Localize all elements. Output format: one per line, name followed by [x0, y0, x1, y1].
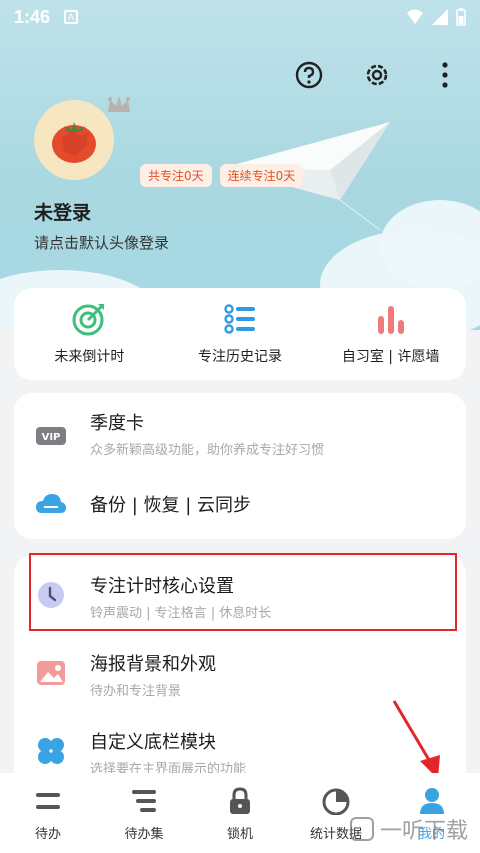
crown-icon — [108, 96, 130, 112]
vip-icon: VIP — [36, 421, 66, 451]
total-focus-badge: 共专注0天 — [140, 164, 212, 187]
quick-action-label: 专注历史记录 — [198, 349, 282, 365]
help-icon[interactable] — [294, 60, 324, 90]
quick-action-label: 自习室 | 许愿墙 — [341, 349, 440, 365]
more-options-icon[interactable] — [430, 60, 460, 90]
menu-item-subtitle: 众多新颖高级功能，助你养成专注好习惯 — [90, 443, 325, 458]
signal-icon — [432, 9, 448, 25]
quick-action-history[interactable]: 专注历史记录 — [165, 288, 316, 380]
quick-actions-card: 未来倒计时 专注历史记录 自习室 | 许愿墙 — [14, 288, 466, 380]
tab-lock[interactable]: 锁机 — [192, 773, 288, 853]
user-icon — [420, 788, 444, 814]
header-actions — [294, 60, 460, 90]
avatar[interactable] — [34, 96, 130, 180]
menu-item-title: 备份 | 恢复 | 云同步 — [90, 495, 252, 516]
menu-item-title: 海报背景和外观 — [90, 654, 216, 675]
status-bar: 1:46 A — [0, 0, 480, 34]
notification-icon: A — [64, 10, 79, 24]
tab-label: 锁机 — [226, 827, 253, 842]
quick-action-label: 未来倒计时 — [54, 349, 125, 365]
watermark-logo-icon — [349, 817, 374, 841]
todo-icon — [36, 793, 60, 809]
menu-item-title: 季度卡 — [90, 413, 144, 434]
tab-todo-set[interactable]: 待办集 — [96, 773, 192, 853]
wifi-icon — [407, 9, 423, 24]
watermark: 一听下载 — [349, 813, 468, 845]
premium-card: VIP 季度卡 众多新颖高级功能，助你养成专注好习惯 备份 | 恢复 | 云同步 — [14, 393, 466, 539]
stats-badges: 共专注0天 连续专注0天 — [140, 164, 304, 187]
login-title[interactable]: 未登录 — [34, 198, 91, 225]
image-icon — [36, 658, 66, 688]
svg-text:VIP: VIP — [42, 432, 61, 443]
lock-icon — [230, 787, 250, 814]
clover-icon — [36, 736, 66, 766]
streak-badge: 连续专注0天 — [219, 164, 304, 187]
quick-action-study-room[interactable]: 自习室 | 许愿墙 — [315, 288, 466, 380]
todo-set-icon — [132, 790, 156, 812]
menu-item-title: 自定义底栏模块 — [90, 732, 216, 753]
status-time: 1:46 — [14, 6, 51, 27]
pie-chart-icon — [322, 788, 350, 815]
gear-icon[interactable] — [362, 60, 392, 90]
history-list-icon — [224, 304, 255, 334]
cloud-icon — [36, 489, 66, 519]
bars-icon — [377, 306, 404, 334]
battery-icon — [456, 8, 466, 26]
tab-label: 待办集 — [124, 827, 164, 842]
login-hint: 请点击默认头像登录 — [34, 234, 170, 252]
tomato-icon — [52, 122, 96, 163]
highlight-annotation — [29, 553, 457, 631]
menu-item-season-card[interactable]: VIP 季度卡 众多新颖高级功能，助你养成专注好习惯 — [14, 393, 466, 479]
target-icon — [72, 304, 105, 336]
quick-action-countdown[interactable]: 未来倒计时 — [14, 288, 165, 380]
menu-item-backup[interactable]: 备份 | 恢复 | 云同步 — [14, 469, 466, 539]
tab-label: 待办 — [34, 827, 61, 842]
arrow-annotation-icon — [392, 700, 440, 779]
menu-item-subtitle: 待办和专注背景 — [90, 684, 182, 699]
tab-todo[interactable]: 待办 — [0, 773, 96, 853]
